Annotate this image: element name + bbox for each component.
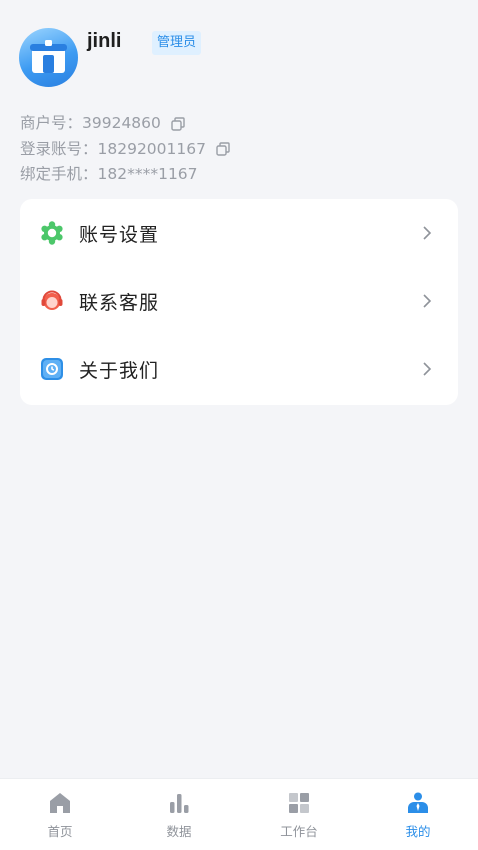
menu-item-account-settings[interactable]: 账号设置 — [20, 199, 458, 267]
chevron-right-icon — [421, 225, 433, 241]
merchant-id-row: 商户号：39924860 — [20, 111, 230, 137]
merchant-id-text: 商户号：39924860 — [20, 114, 161, 132]
bound-phone-row: 绑定手机：182****1167 — [20, 162, 230, 188]
menu-card: 账号设置 联系客服 关于我们 — [20, 199, 458, 405]
tab-label: 数据 — [166, 824, 192, 839]
menu-item-contact-support[interactable]: 联系客服 — [20, 267, 458, 335]
tab-label: 工作台 — [280, 824, 318, 839]
copy-icon[interactable] — [216, 142, 230, 156]
avatar[interactable] — [19, 28, 78, 87]
store-icon — [30, 40, 67, 73]
chevron-right-icon — [421, 293, 433, 309]
headset-icon — [40, 289, 64, 313]
login-account-text: 登录账号：18292001167 — [20, 139, 206, 158]
copy-icon[interactable] — [171, 117, 185, 131]
menu-item-label: 联系客服 — [79, 292, 160, 314]
gear-icon — [40, 221, 64, 245]
role-badge: 管理员 — [152, 31, 202, 55]
home-icon — [48, 791, 72, 815]
tab-workbench[interactable]: 工作台 — [259, 779, 339, 850]
chevron-right-icon — [421, 361, 433, 377]
tab-data[interactable]: 数据 — [139, 779, 219, 850]
tab-home[interactable]: 首页 — [20, 779, 100, 850]
tab-mine[interactable]: 我的 — [378, 779, 458, 850]
grid-icon — [287, 791, 311, 815]
info-app-icon — [40, 357, 64, 381]
menu-item-label: 账号设置 — [79, 224, 160, 246]
bar-chart-icon — [167, 791, 191, 815]
bottom-tab-bar: 首页 数据 工作台 我的 — [0, 778, 478, 850]
account-info: 商户号：39924860 登录账号：18292001167 绑定手机：182**… — [20, 111, 230, 188]
tab-label: 首页 — [47, 824, 73, 839]
tab-label: 我的 — [405, 824, 431, 839]
profile-header: jinli 管理员 — [19, 28, 459, 88]
bound-phone-text: 绑定手机：182****1167 — [20, 165, 198, 183]
menu-item-label: 关于我们 — [79, 360, 160, 382]
user-icon — [406, 791, 430, 815]
profile-page: jinli 管理员 商户号：39924860 登录账号：18292001167 — [0, 0, 478, 850]
menu-item-about-us[interactable]: 关于我们 — [20, 335, 458, 403]
login-account-row: 登录账号：18292001167 — [20, 137, 230, 163]
username: jinli — [87, 30, 122, 52]
